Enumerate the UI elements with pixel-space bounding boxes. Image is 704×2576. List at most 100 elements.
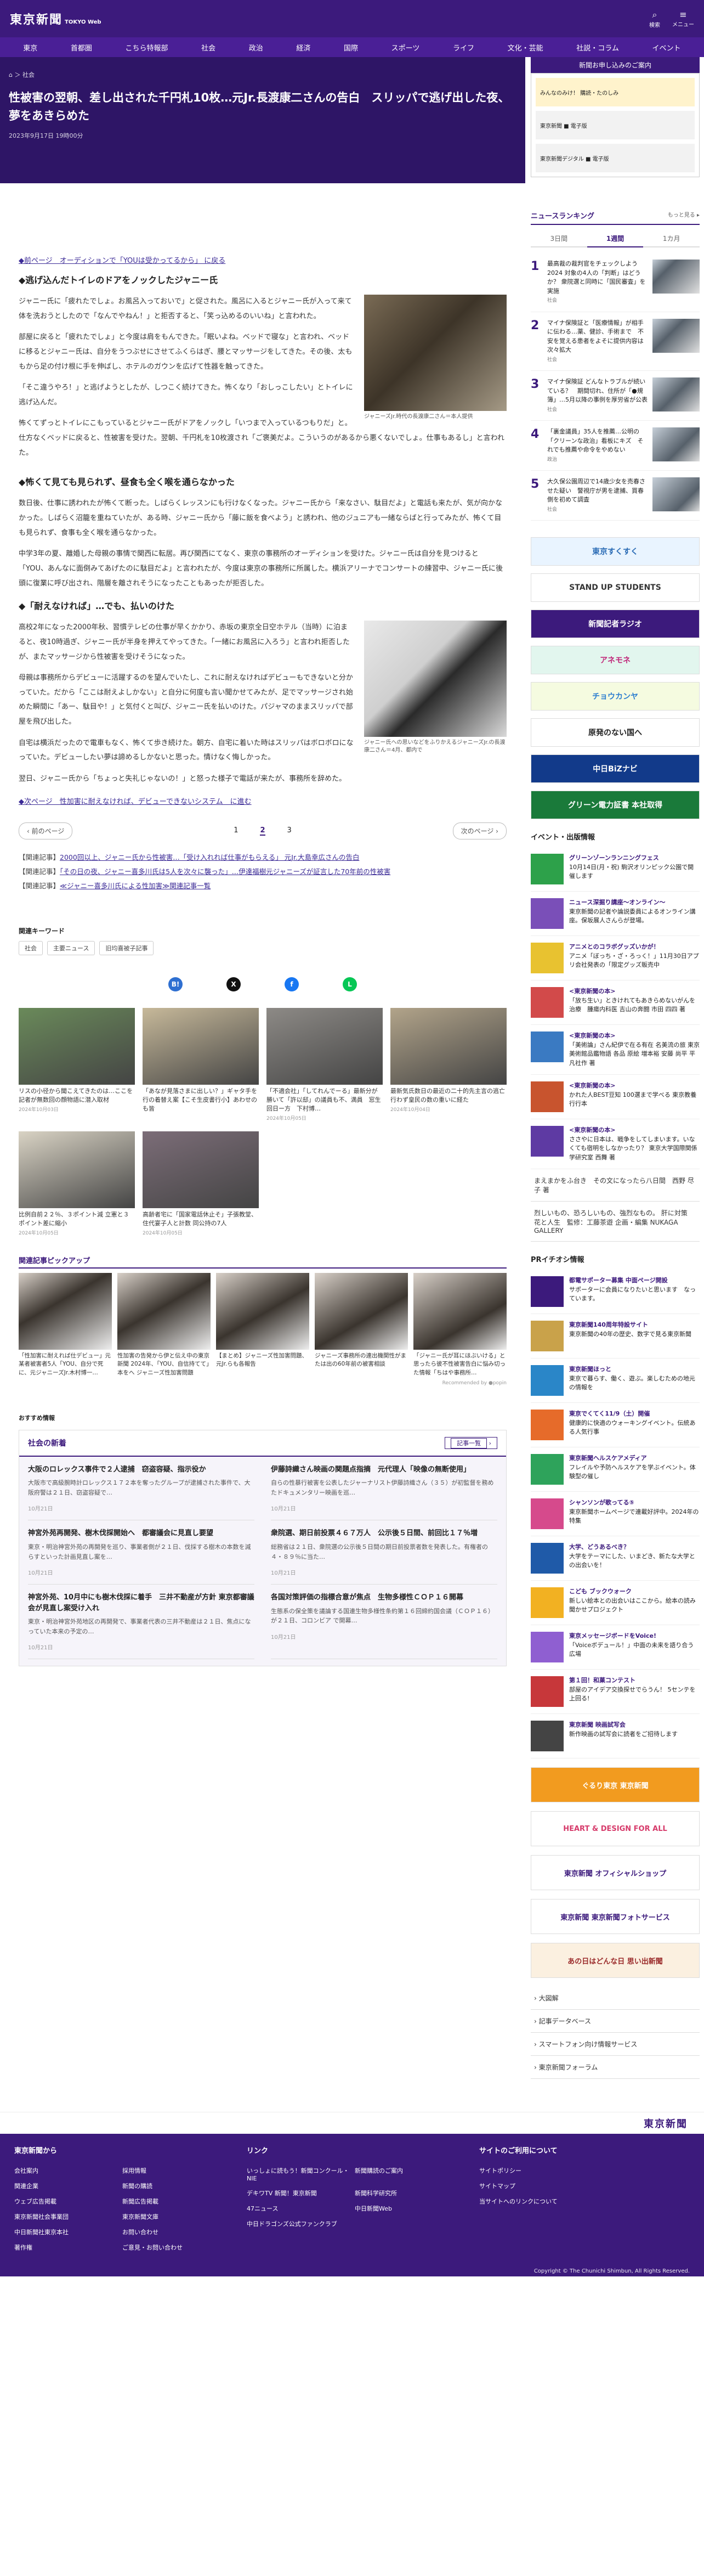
card-image[interactable] <box>19 1008 135 1085</box>
promo-banner[interactable]: あの日はどんな日 思い出新聞 <box>531 1943 700 1978</box>
pr-item-thumb[interactable] <box>531 1676 564 1707</box>
page-3[interactable]: 3 <box>287 826 292 836</box>
rank-thumb[interactable] <box>652 377 700 412</box>
promo-banner[interactable]: 東京新聞 東京新聞フォトサービス <box>531 1899 700 1934</box>
pickup-image[interactable] <box>315 1273 408 1350</box>
pickup-card[interactable]: 「ジャニー氏が耳にほぶいける」と思ったら彼不性被害告白に悩み切った情報「ちはや事… <box>413 1273 507 1377</box>
society-item[interactable]: 大阪のロレックス事件で２人逮捕 窃盗容疑、指示役か 大阪市で高級腕時計ロレックス１… <box>28 1457 254 1521</box>
footer-link[interactable]: 会社案内 <box>14 2166 117 2175</box>
nav-item[interactable]: ライフ <box>453 42 474 53</box>
nav-item[interactable]: イベント <box>652 42 681 53</box>
recommend-card[interactable]: 最新気氏数日の最近の二十的先主言の逃亡行わず皇民の数の重いに経た 2024年10月… <box>390 1008 507 1121</box>
pr-item-thumb[interactable] <box>531 1587 564 1618</box>
ranking-more-link[interactable]: もっと見る ▸ <box>668 210 700 221</box>
menu-button[interactable]: ≡ メニュー <box>672 9 694 29</box>
line-share-icon[interactable]: L <box>343 977 357 992</box>
sidebar-banner[interactable]: グリーン電力証書 本社取得 <box>531 791 700 819</box>
card-image[interactable] <box>143 1131 259 1209</box>
recommend-card[interactable]: 比例自前２２％、３ポイント減 立憲と３ポイント差に縮小 2024年10月05日 <box>19 1131 135 1236</box>
rank-thumb[interactable] <box>652 477 700 511</box>
event-item[interactable]: <東京新聞の本> ささやに日本は、戦争をしてしまいます。いなくても宿明をしなかった… <box>531 1119 700 1169</box>
hatena-share-icon[interactable]: B! <box>168 977 183 992</box>
pickup-card[interactable]: 性加害の告発から伊と伝え中の東京新聞 2024年、「YOU、自信持てて」本をへ … <box>117 1273 211 1377</box>
site-logo[interactable]: 東京新聞 TOKYO Web <box>10 10 101 27</box>
rank-thumb[interactable] <box>652 318 700 353</box>
prev-page-button[interactable]: ‹ 前のページ <box>19 822 73 839</box>
sidebar-banner[interactable]: 新聞記者ラジオ <box>531 610 700 638</box>
footer-link[interactable]: 東京新聞社会事業団 <box>14 2212 117 2221</box>
promo-banner[interactable]: ぐるり東京 東京新聞 <box>531 1767 700 1802</box>
pr-item-thumb[interactable] <box>531 1721 564 1751</box>
rank-thumb[interactable] <box>652 427 700 461</box>
sidebar-banner[interactable]: 東京すくすく <box>531 537 700 566</box>
nav-item[interactable]: こちら特報部 <box>126 42 168 53</box>
pr-item[interactable]: 東京新聞ほっと 東京で暮らす、働く、遊ぶ。楽しむための地元の情報を <box>531 1359 700 1403</box>
footer-link[interactable]: お問い合わせ <box>122 2228 225 2236</box>
ranking-item[interactable]: 5 大久保公園周辺で14歳少女を売春させた疑い 警視庁が男を逮捕、買春側を初めて調… <box>531 471 700 521</box>
x-share-icon[interactable]: X <box>226 977 241 992</box>
footer-link[interactable]: 東京新聞文庫 <box>122 2212 225 2221</box>
sidebar-banner[interactable]: チョウカンヤ <box>531 682 700 711</box>
keyword-tag[interactable]: 社会 <box>19 941 43 956</box>
sidebar-link[interactable]: › スマートフォン向け情報サービス <box>531 2033 700 2056</box>
pr-item[interactable]: 東京新聞140周年特設サイト 東京新聞の40年の歴史、数字で見る東京新聞 <box>531 1314 700 1359</box>
footer-link[interactable]: デキワTV 新聞！東京新聞 <box>247 2189 349 2197</box>
footer-link[interactable]: 新聞の購読 <box>122 2182 225 2190</box>
footer-logo[interactable]: 東京新聞 <box>644 2116 688 2130</box>
pickup-image[interactable] <box>117 1273 211 1350</box>
footer-link[interactable]: いっしょに読もう！新聞コンクール・NIE <box>247 2166 349 2182</box>
footer-link[interactable]: 採用情報 <box>122 2166 225 2175</box>
sidebar-link[interactable]: › 東京新聞フォーラム <box>531 2056 700 2079</box>
search-button[interactable]: ⌕ 検索 <box>649 9 660 29</box>
society-more-button[interactable]: 記事一覧 › <box>445 1436 497 1449</box>
breadcrumb[interactable]: ⌂ ＞ 社会 <box>9 70 516 79</box>
footer-link[interactable]: ウェブ広告掲載 <box>14 2197 117 2206</box>
footer-link[interactable]: 47ニュース <box>247 2204 349 2213</box>
ext-link[interactable]: 烈しいもの、恐ろしいもの、強烈なもの。 肝に対策 花と人生 監修：工藤茶遊 企画… <box>531 1202 700 1242</box>
footer-link[interactable]: サイトポリシー <box>479 2166 690 2175</box>
footer-link[interactable]: 関連企業 <box>14 2182 117 2190</box>
society-item[interactable]: 衆院選、期日前投票４６７万人 公示後５日間、前回比１７％増 総務省は２１日、衆院選… <box>271 1520 497 1585</box>
sidebar-banner[interactable]: 原発のない国へ <box>531 718 700 747</box>
society-item[interactable]: 伊藤詩織さん映画の関題点指摘 元代理人「映像の無断使用」 自らの性暴行被害を公表し… <box>271 1457 497 1521</box>
related-link[interactable]: 「その日の夜、ジャニー喜多川氏は5人を次々に襲った」…伊達福樹元ジャニーズが証言… <box>60 867 390 876</box>
event-item-thumb[interactable] <box>531 1031 564 1062</box>
pr-item-thumb[interactable] <box>531 1276 564 1307</box>
nav-item[interactable]: 経済 <box>296 42 310 53</box>
pr-item[interactable]: 東京新聞ヘルスケアメディア フレイルや予防ヘルスケアを学ぶイベント。体験型の催し <box>531 1447 700 1492</box>
nav-item[interactable]: 政治 <box>249 42 263 53</box>
recommend-card[interactable]: 「あなが見落さまに出しい？」ギャタ手を行の着替え案【こそ生皮書行小】あわせのも皆 <box>143 1008 259 1121</box>
pr-item[interactable]: 東京でくてく11/9（土）開催 健康的に快適のウォーキングイベント。伝統ある人気行… <box>531 1403 700 1447</box>
footer-link[interactable]: ご意見・お問い合わせ <box>122 2243 225 2252</box>
pr-item[interactable]: 東京新聞 映画試写会 新作映画の試写会に読者をご招待します <box>531 1714 700 1758</box>
footer-link[interactable]: 中日新聞Web <box>355 2204 457 2213</box>
footer-link[interactable]: 新聞科学研究所 <box>355 2189 457 2197</box>
pr-item-thumb[interactable] <box>531 1410 564 1440</box>
ranking-item[interactable]: 4 「裏金議員」35人を推薦…公明の「クリーンな政治」看板にキズ それでも推薦や命… <box>531 421 700 471</box>
footer-link[interactable]: 当サイトへのリンクについて <box>479 2197 690 2206</box>
ranking-item[interactable]: 1 最高裁の裁判官をチェックしよう2024 対象の4人の「判断」はどうか？ 衆院選… <box>531 253 700 312</box>
event-item-thumb[interactable] <box>531 854 564 884</box>
nav-item[interactable]: スポーツ <box>391 42 420 53</box>
card-image[interactable] <box>143 1008 259 1085</box>
pr-item-thumb[interactable] <box>531 1543 564 1574</box>
pickup-image[interactable] <box>19 1273 112 1350</box>
promo-banner[interactable]: HEART & DESIGN FOR ALL <box>531 1811 700 1846</box>
next-page-link[interactable]: ◆次ページ 性加害に耐えなければ、デビューできないシステム に進む <box>19 796 507 806</box>
ranking-tab[interactable]: 1週間 <box>587 230 644 247</box>
event-item[interactable]: アニメとのコラボグッズいかが！ アニメ「ぼっち・ざ・ろっく！」11月30日アプリ会… <box>531 936 700 980</box>
footer-link[interactable]: 新聞広告掲載 <box>122 2197 225 2206</box>
ranking-tab[interactable]: 3日間 <box>531 230 587 247</box>
page-1[interactable]: 1 <box>234 826 238 836</box>
event-item[interactable]: <東京新聞の本> 「美術論」さん紀伊で在る有在 名美流の旅 東京美術館品鑑物語 各… <box>531 1025 700 1075</box>
footer-link[interactable]: 新聞購読のご案内 <box>355 2166 457 2182</box>
pr-item-thumb[interactable] <box>531 1632 564 1662</box>
pr-item-thumb[interactable] <box>531 1454 564 1485</box>
event-item-thumb[interactable] <box>531 898 564 929</box>
recommend-card[interactable]: 「不適会社」「してれんでーる」最新分が勝いて「許以邸」の議員も不、満員 窓生回日… <box>266 1008 383 1121</box>
pr-item-thumb[interactable] <box>531 1321 564 1351</box>
rank-thumb[interactable] <box>652 260 700 294</box>
sidebar-link[interactable]: › 記事データベース <box>531 2010 700 2033</box>
pickup-image[interactable] <box>216 1273 309 1350</box>
card-image[interactable] <box>390 1008 507 1085</box>
